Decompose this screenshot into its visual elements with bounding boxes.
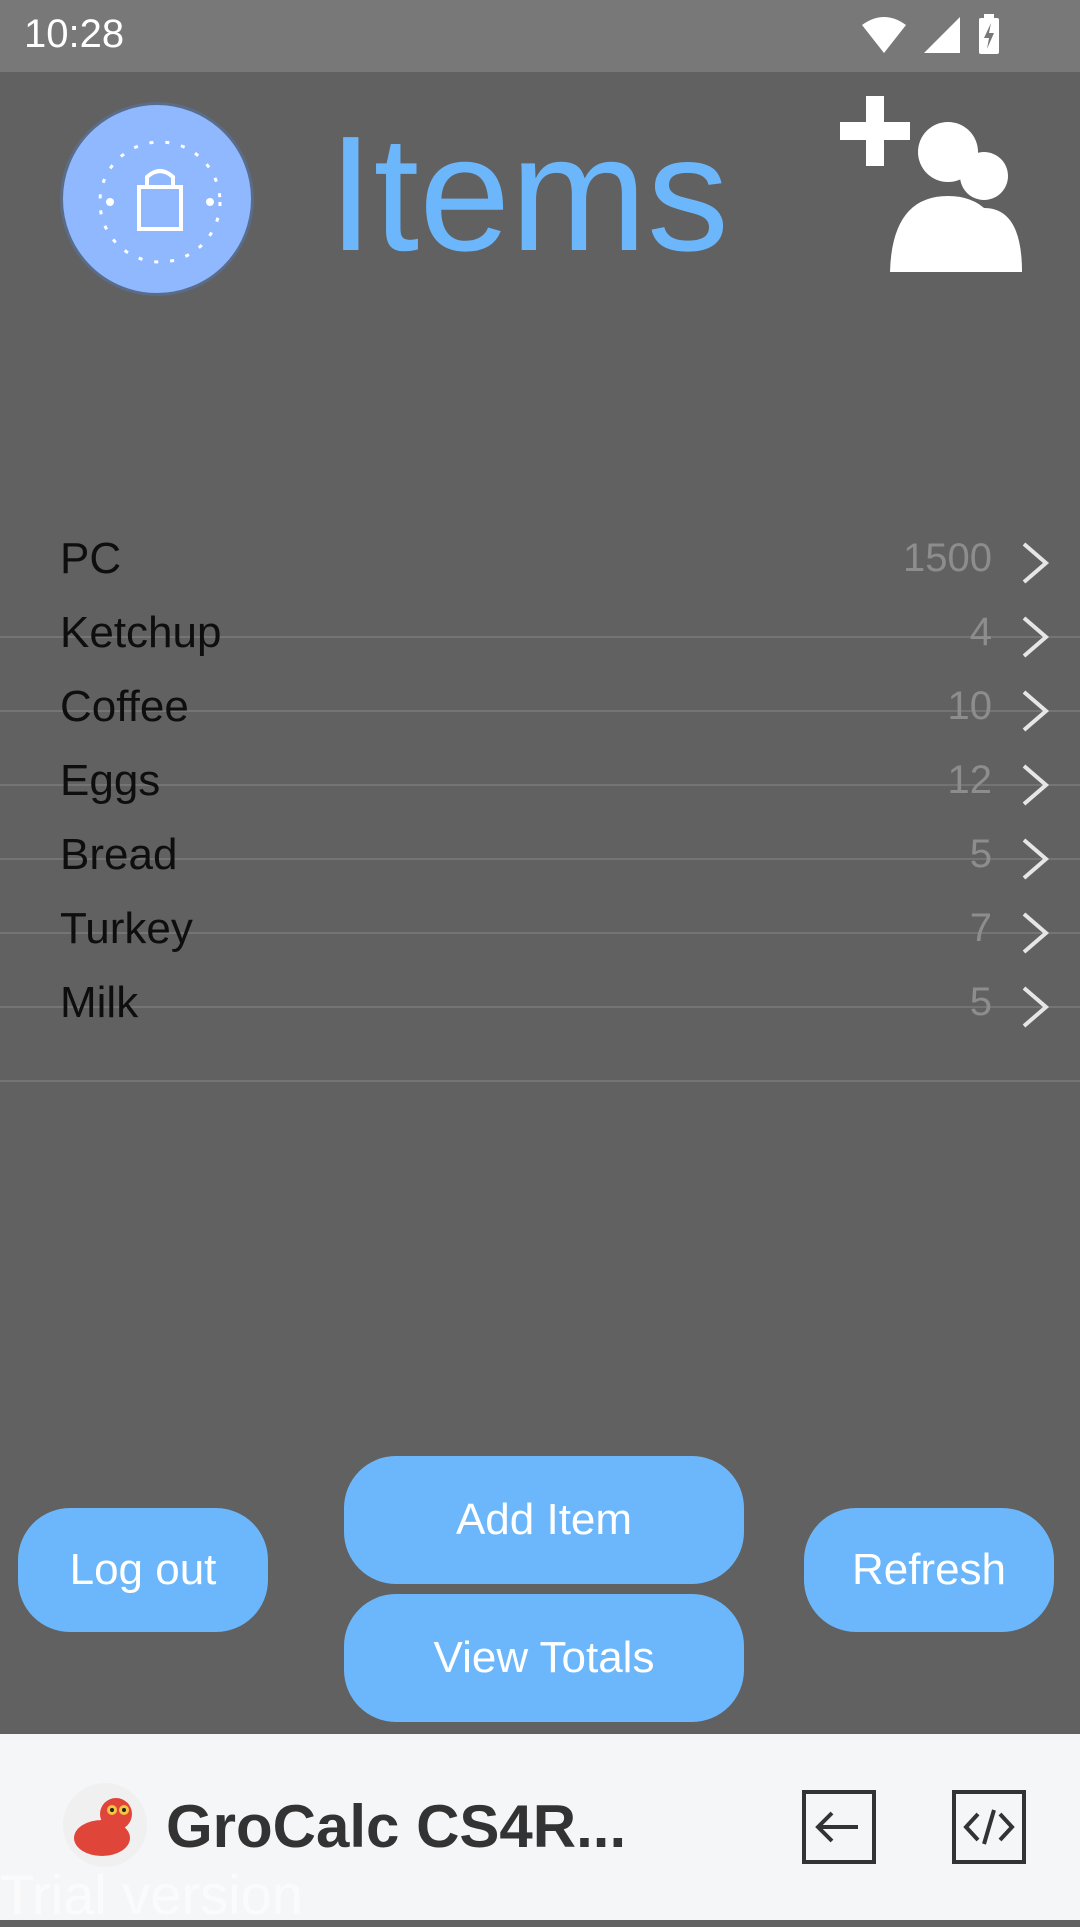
shopping-bag-icon bbox=[98, 140, 222, 264]
refresh-button[interactable]: Refresh bbox=[804, 1508, 1054, 1632]
app-bar: Items bbox=[0, 72, 1080, 322]
status-icons bbox=[860, 14, 1002, 56]
item-quantity: 5 bbox=[969, 980, 992, 1024]
wifi-icon bbox=[862, 17, 906, 53]
banner-app-name: GroCalc CS4R... bbox=[166, 1793, 627, 1860]
chevron-right-icon bbox=[1022, 986, 1050, 1028]
view-totals-button[interactable]: View Totals bbox=[344, 1594, 744, 1722]
signal-icon bbox=[924, 17, 960, 53]
battery-icon bbox=[979, 14, 999, 54]
status-bar: 10:28 bbox=[0, 0, 1080, 72]
status-time: 10:28 bbox=[24, 12, 125, 56]
item-name: Milk bbox=[60, 978, 139, 1027]
code-icon[interactable] bbox=[952, 1790, 1026, 1864]
add-item-button[interactable]: Add Item bbox=[344, 1456, 744, 1584]
add-user-icon[interactable] bbox=[836, 96, 1026, 278]
log-out-button[interactable]: Log out bbox=[18, 1508, 268, 1632]
list-item[interactable]: Milk 5 bbox=[0, 934, 1080, 1082]
items-list: PC 1500 Ketchup 4 Coffee 10 Eggs 12 Brea… bbox=[0, 490, 1080, 1450]
exit-icon[interactable] bbox=[802, 1790, 876, 1864]
app-logo bbox=[60, 102, 254, 296]
app-mascot-icon bbox=[63, 1783, 147, 1867]
trial-watermark: Trial version bbox=[0, 1863, 303, 1926]
page-title: Items bbox=[328, 102, 729, 285]
